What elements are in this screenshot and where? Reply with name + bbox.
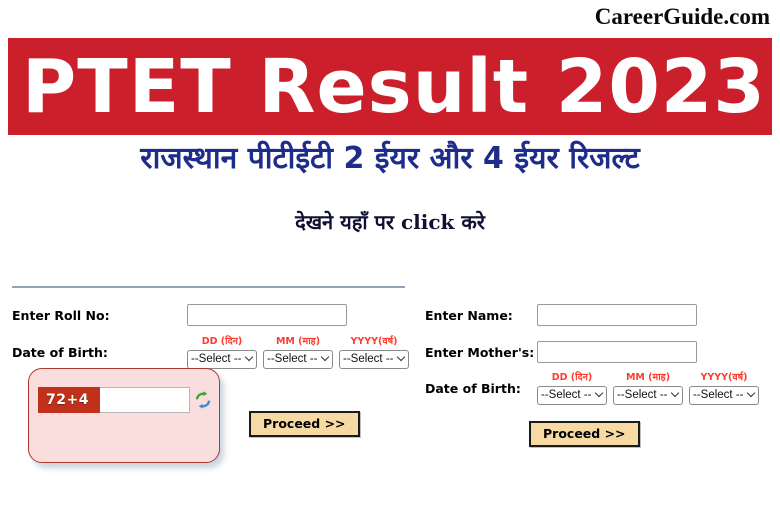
captcha-challenge-text: 72+4 bbox=[38, 387, 100, 413]
dob-label-left: Date of Birth: bbox=[12, 344, 108, 360]
dob-day-select-wrap-right: --Select -- bbox=[537, 385, 607, 405]
dob-year-select-left[interactable]: --Select -- bbox=[339, 349, 409, 369]
mother-name-input[interactable] bbox=[537, 341, 697, 363]
name-label: Enter Name: bbox=[425, 307, 513, 323]
dob-day-caption-left: DD (दिन) bbox=[201, 336, 243, 347]
dob-month-cell-right: MM (माह) --Select -- bbox=[613, 372, 683, 405]
dob-day-caption-right: DD (दिन) bbox=[551, 372, 593, 383]
captcha-refresh-button[interactable] bbox=[190, 387, 216, 413]
dob-day-cell-left: DD (दिन) --Select -- bbox=[187, 336, 257, 369]
mother-name-label: Enter Mother's: bbox=[425, 344, 535, 360]
dob-day-select-right[interactable]: --Select -- bbox=[537, 385, 607, 405]
dob-day-cell-right: DD (दिन) --Select -- bbox=[537, 372, 607, 405]
dob-row-right: Date of Birth: DD (दिन) --Select -- MM (… bbox=[425, 372, 759, 405]
dob-month-select-wrap-left: --Select -- bbox=[263, 349, 333, 369]
roll-number-label: Enter Roll No: bbox=[12, 307, 110, 323]
refresh-icon bbox=[195, 391, 211, 409]
dob-month-cell-left: MM (माह) --Select -- bbox=[263, 336, 333, 369]
proceed-button-right[interactable]: Proceed >> bbox=[529, 421, 640, 447]
name-row: Enter Name: bbox=[425, 304, 697, 326]
captcha-input[interactable] bbox=[100, 387, 190, 413]
hindi-headline: राजस्थान पीटीईटी 2 ईयर और 4 ईयर रिजल्ट bbox=[140, 141, 640, 176]
dob-month-caption-right: MM (माह) bbox=[625, 372, 671, 383]
dob-year-select-wrap-right: --Select -- bbox=[689, 385, 759, 405]
dob-day-select-wrap-left: --Select -- bbox=[187, 349, 257, 369]
dob-year-caption-left: YYYY(वर्ष) bbox=[350, 336, 398, 347]
dob-year-caption-right: YYYY(वर्ष) bbox=[700, 372, 748, 383]
proceed-button-left[interactable]: Proceed >> bbox=[249, 411, 360, 437]
mother-name-row: Enter Mother's: bbox=[425, 341, 697, 363]
dob-row-left: Date of Birth: DD (दिन) --Select -- MM (… bbox=[12, 336, 409, 369]
roll-number-row: Enter Roll No: bbox=[12, 304, 347, 326]
dob-day-select-left[interactable]: --Select -- bbox=[187, 349, 257, 369]
dob-year-select-right[interactable]: --Select -- bbox=[689, 385, 759, 405]
result-banner: PTET Result 2023 bbox=[8, 38, 772, 135]
captcha-panel: 72+4 bbox=[28, 368, 220, 463]
dob-month-select-right[interactable]: --Select -- bbox=[613, 385, 683, 405]
roll-number-input[interactable] bbox=[187, 304, 347, 326]
dob-month-caption-left: MM (माह) bbox=[275, 336, 321, 347]
dob-month-select-wrap-right: --Select -- bbox=[613, 385, 683, 405]
dob-selects-right: DD (दिन) --Select -- MM (माह) --Select -… bbox=[537, 372, 759, 405]
dob-selects-left: DD (दिन) --Select -- MM (माह) --Select -… bbox=[187, 336, 409, 369]
hindi-subheadline: देखने यहाँ पर click करे bbox=[295, 210, 485, 234]
dob-year-select-wrap-left: --Select -- bbox=[339, 349, 409, 369]
captcha-row: 72+4 bbox=[38, 387, 216, 413]
site-brand-logo: CareerGuide.com bbox=[594, 4, 770, 29]
dob-label-right: Date of Birth: bbox=[425, 380, 521, 396]
section-divider bbox=[12, 286, 405, 288]
dob-year-cell-left: YYYY(वर्ष) --Select -- bbox=[339, 336, 409, 369]
name-input[interactable] bbox=[537, 304, 697, 326]
dob-year-cell-right: YYYY(वर्ष) --Select -- bbox=[689, 372, 759, 405]
dob-month-select-left[interactable]: --Select -- bbox=[263, 349, 333, 369]
banner-title: PTET Result 2023 bbox=[22, 43, 766, 130]
